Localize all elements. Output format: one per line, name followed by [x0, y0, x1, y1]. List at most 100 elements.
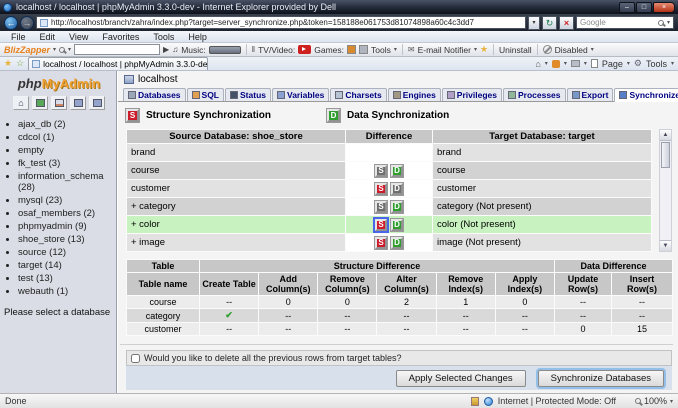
brand-dropdown-icon[interactable]: ▾ — [53, 46, 56, 53]
menu-tools[interactable]: Tools — [146, 32, 181, 42]
docs-icon[interactable] — [51, 96, 67, 110]
tab-privileges[interactable]: Privileges — [442, 88, 502, 101]
db-item-test[interactable]: test (13) — [18, 272, 114, 285]
refresh-button[interactable]: ↻ — [542, 16, 557, 30]
feeds-dropdown-icon[interactable]: ▾ — [564, 60, 567, 67]
uninstall-label[interactable]: Uninstall — [499, 45, 532, 55]
browser-tab[interactable]: localhost / localhost | phpMyAdmin 3.3.0… — [28, 57, 208, 70]
db-item-target[interactable]: target (14) — [18, 259, 114, 272]
email-dropdown-icon[interactable]: ▾ — [474, 46, 477, 53]
data-sync-button[interactable]: D — [391, 183, 403, 195]
print-dropdown-icon[interactable]: ▾ — [584, 60, 587, 67]
browser-tools-dropdown-icon[interactable]: ▾ — [671, 60, 674, 67]
tab-engines[interactable]: Engines — [388, 88, 441, 101]
stop-button[interactable]: × — [559, 16, 574, 30]
home-dropdown-icon[interactable]: ▾ — [545, 60, 548, 67]
server-name[interactable]: localhost — [138, 74, 177, 85]
scroll-down-icon[interactable]: ▼ — [660, 240, 671, 251]
page-icon[interactable] — [591, 59, 598, 68]
db-item-webauth[interactable]: webauth (1) — [18, 285, 114, 298]
minimize-button[interactable]: – — [619, 2, 635, 13]
tab-sql[interactable]: SQL — [187, 88, 224, 101]
db-item-fk_test[interactable]: fk_test (3) — [18, 157, 114, 170]
tab-synchronize[interactable]: Synchronize — [614, 88, 678, 102]
games-icon[interactable] — [347, 45, 356, 54]
add-favorite-icon[interactable]: ☆ — [16, 58, 24, 69]
back-button[interactable]: ← — [4, 16, 18, 30]
maximize-button[interactable]: □ — [636, 2, 652, 13]
forward-button[interactable]: → — [20, 16, 34, 30]
menu-edit[interactable]: Edit — [33, 32, 63, 42]
games-label[interactable]: Games: — [314, 45, 344, 55]
url-dropdown-button[interactable]: ▾ — [528, 16, 540, 30]
data-sync-button[interactable]: D — [391, 165, 403, 177]
tv-video-label[interactable]: TV/Video: — [258, 45, 295, 55]
db-item-information_schema[interactable]: information_schema (28) — [18, 170, 114, 194]
phpmyadmin-logo[interactable]: phpMyAdmin — [4, 76, 114, 91]
db-item-empty[interactable]: empty — [18, 144, 114, 157]
search-dropdown-icon[interactable]: ▾ — [667, 19, 670, 26]
security-flag-icon[interactable] — [471, 397, 479, 406]
db-item-source[interactable]: source (12) — [18, 246, 114, 259]
zoom-dropdown-icon[interactable]: ▾ — [670, 398, 673, 405]
page-label[interactable]: Page — [602, 59, 623, 69]
db-item-osaf_members[interactable]: osaf_members (2) — [18, 207, 114, 220]
disabled-dropdown-icon[interactable]: ▾ — [591, 46, 594, 53]
comparison-scrollbar[interactable]: ▲ ▼ — [659, 129, 672, 252]
home-icon[interactable]: ⌂ — [13, 96, 29, 110]
email-notifier-label[interactable]: E-mail Notifier — [418, 45, 471, 55]
sql-window-icon[interactable] — [32, 96, 48, 110]
menu-view[interactable]: View — [62, 32, 95, 42]
tab-processes[interactable]: Processes — [503, 88, 566, 101]
close-button[interactable]: × — [653, 2, 675, 13]
toolbar-star-icon[interactable]: ★ — [480, 44, 488, 55]
data-sync-button[interactable]: D — [391, 201, 403, 213]
structure-sync-button[interactable]: S — [375, 237, 387, 249]
pma-docs-icon[interactable] — [89, 96, 105, 110]
db-item-phpmyadmin[interactable]: phpmyadmin (9) — [18, 220, 114, 233]
play-icon[interactable]: ▶ — [163, 45, 169, 54]
data-sync-button[interactable]: D — [391, 219, 403, 231]
tab-charsets[interactable]: Charsets — [330, 88, 386, 101]
toolbar-search-field[interactable] — [74, 44, 160, 55]
synchronize-databases-button[interactable]: Synchronize Databases — [538, 370, 664, 387]
page-dropdown-icon[interactable]: ▾ — [627, 60, 630, 67]
apply-selected-changes-button[interactable]: Apply Selected Changes — [396, 370, 526, 387]
volume-slider[interactable] — [209, 46, 241, 54]
db-item-cdcol[interactable]: cdcol (1) — [18, 131, 114, 144]
search-icon[interactable] — [658, 20, 664, 26]
db-item-shoe_store[interactable]: shoe_store (13) — [18, 233, 114, 246]
tools-icon[interactable] — [359, 45, 368, 54]
scroll-up-icon[interactable]: ▲ — [660, 130, 671, 141]
tab-status[interactable]: Status — [225, 88, 271, 101]
pause-icon[interactable]: ‖ — [252, 45, 255, 54]
tab-variables[interactable]: Variables — [272, 88, 329, 101]
db-item-ajax_db[interactable]: ajax_db (2) — [18, 118, 114, 131]
menu-help[interactable]: Help — [181, 32, 214, 42]
feeds-icon[interactable] — [552, 60, 560, 68]
tab-export[interactable]: Export — [567, 88, 614, 101]
url-field[interactable]: http://localhost/branch/zahra/index.php?… — [36, 16, 526, 29]
toolbar-brand-logo[interactable]: BlizZapper — [4, 45, 50, 55]
scrollbar-thumb[interactable] — [661, 142, 670, 168]
favorites-icon[interactable]: ★ — [4, 58, 12, 69]
print-icon[interactable] — [571, 60, 580, 67]
structure-sync-button[interactable]: S — [375, 165, 387, 177]
disabled-label[interactable]: Disabled — [555, 45, 588, 55]
gear-icon[interactable]: ⚙ — [634, 58, 642, 69]
data-sync-button[interactable]: D — [391, 237, 403, 249]
structure-sync-button-selected[interactable]: S — [375, 219, 387, 231]
menu-file[interactable]: File — [4, 32, 33, 42]
structure-sync-button[interactable]: S — [375, 201, 387, 213]
delete-rows-checkbox[interactable] — [131, 354, 140, 363]
browser-tools-label[interactable]: Tools — [646, 59, 667, 69]
toolbar-search-icon[interactable] — [59, 47, 65, 53]
home-icon[interactable]: ⌂ — [535, 59, 540, 69]
toolbar-tools-label[interactable]: Tools — [371, 45, 391, 55]
zoom-control[interactable]: 100% ▾ — [635, 396, 673, 406]
tools-dropdown-icon[interactable]: ▾ — [394, 46, 397, 53]
search-input[interactable]: Google ▾ — [576, 16, 674, 29]
tab-databases[interactable]: Databases — [123, 88, 186, 101]
query-window-icon[interactable] — [70, 96, 86, 110]
db-item-mysql[interactable]: mysql (23) — [18, 194, 114, 207]
